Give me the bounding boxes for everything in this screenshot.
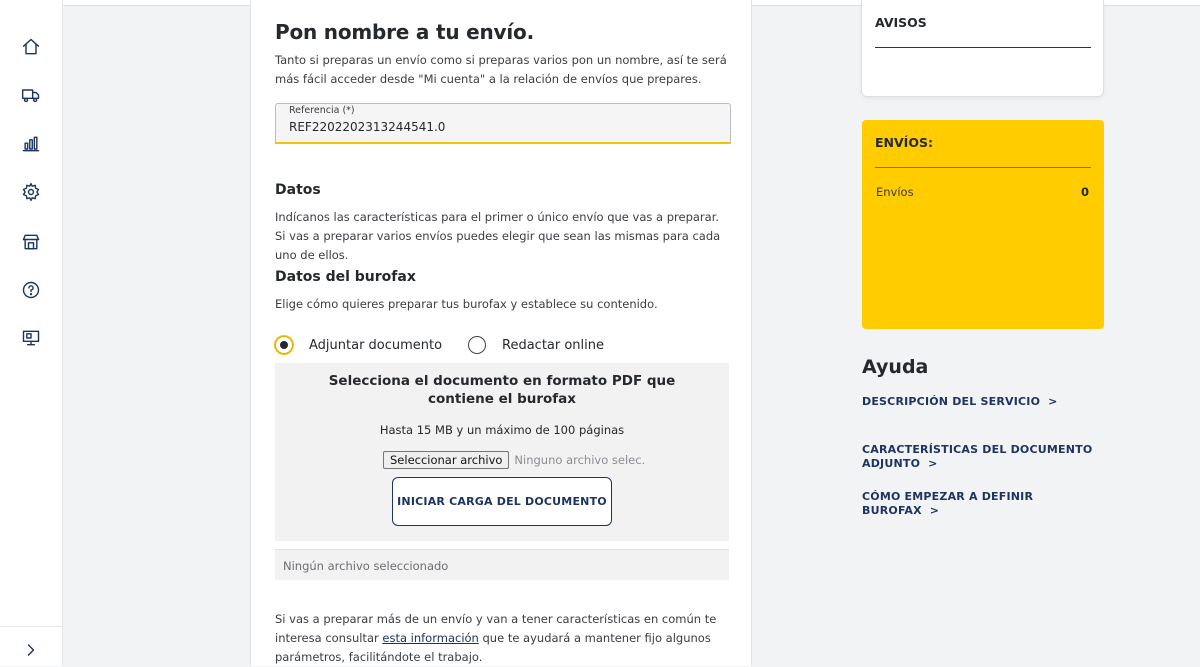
monitor-icon[interactable]: [19, 326, 43, 350]
intro-text: Tanto si preparas un envío como si prepa…: [275, 53, 727, 86]
file-status: Ninguno archivo selec.: [514, 453, 646, 467]
no-file-text: Ningún archivo seleccionado: [283, 559, 449, 573]
help-link-label: DESCRIPCIÓN DEL SERVICIO: [862, 395, 1041, 408]
help-link-getting-started[interactable]: CÓMO EMPEZAR A DEFINIR BUROFAX >: [862, 490, 1102, 518]
radio-attach-document[interactable]: Adjuntar documento: [275, 336, 442, 354]
chevron-right-icon: >: [929, 504, 940, 517]
envios-count: 0: [1080, 185, 1089, 199]
help-link-document-features[interactable]: CARACTERÍSTICAS DEL DOCUMENTO ADJUNTO >: [862, 443, 1102, 471]
truck-icon[interactable]: [19, 83, 43, 107]
datos-title: Datos: [275, 182, 321, 198]
datos-text: Indícanos las características para el pr…: [275, 210, 721, 262]
shipment-form: Pon nombre a tu envío. Tanto si preparas…: [250, 0, 752, 666]
help-link-label: CARACTERÍSTICAS DEL DOCUMENTO ADJUNTO: [862, 443, 1093, 470]
envios-card: ENVÍOS: Envíos 0: [862, 120, 1104, 329]
sidebar-divider: [0, 626, 63, 627]
burofax-title: Datos del burofax: [275, 269, 416, 285]
footer-text: Si vas a preparar más de un envío y van …: [275, 610, 733, 667]
gear-icon[interactable]: [19, 180, 43, 204]
burofax-text: Elige cómo quieres preparar tus burofax …: [275, 297, 658, 311]
bar-chart-icon[interactable]: [19, 132, 43, 156]
radio-unselected-icon[interactable]: [468, 336, 486, 354]
chevron-right-icon[interactable]: [19, 638, 43, 662]
envios-divider: [875, 167, 1091, 168]
radio-selected-icon[interactable]: [275, 336, 293, 354]
reference-input[interactable]: [289, 120, 709, 134]
chevron-right-icon: >: [1048, 395, 1058, 408]
store-icon[interactable]: [19, 230, 43, 254]
upload-hint: Hasta 15 MB y un máximo de 100 páginas: [379, 423, 625, 437]
chevron-right-icon: >: [928, 457, 938, 470]
reference-label: Referencia (*): [289, 105, 355, 116]
info-link[interactable]: esta información: [382, 631, 478, 645]
selected-file-bar: Ningún archivo seleccionado: [275, 549, 729, 580]
home-icon[interactable]: [19, 35, 43, 59]
avisos-title: AVISOS: [875, 15, 927, 30]
upload-title: Selecciona el documento en formato PDF q…: [328, 373, 676, 407]
help-link-service-description[interactable]: DESCRIPCIÓN DEL SERVICIO >: [862, 395, 1102, 409]
help-link-label: CÓMO EMPEZAR A DEFINIR BUROFAX: [862, 490, 1034, 517]
file-picker: Seleccionar archivo Ninguno archivo sele…: [383, 451, 645, 469]
radio-write-online[interactable]: Redactar online: [468, 336, 604, 354]
avisos-card: AVISOS: [861, 0, 1104, 97]
help-circle-icon[interactable]: [19, 278, 43, 302]
envios-label: Envíos: [876, 185, 914, 199]
start-upload-button[interactable]: INICIAR CARGA DEL DOCUMENTO: [392, 477, 612, 526]
help-title: Ayuda: [862, 356, 929, 378]
radio-attach-label: Adjuntar documento: [309, 337, 443, 353]
select-file-button[interactable]: Seleccionar archivo: [383, 451, 510, 469]
radio-write-label: Redactar online: [502, 337, 605, 353]
sidebar: [0, 0, 63, 666]
page-title: Pon nombre a tu envío.: [275, 20, 534, 44]
avisos-divider: [875, 47, 1091, 48]
reference-field[interactable]: Referencia (*): [275, 103, 731, 144]
upload-panel: Selecciona el documento en formato PDF q…: [275, 363, 729, 541]
envios-title: ENVÍOS:: [875, 135, 933, 150]
